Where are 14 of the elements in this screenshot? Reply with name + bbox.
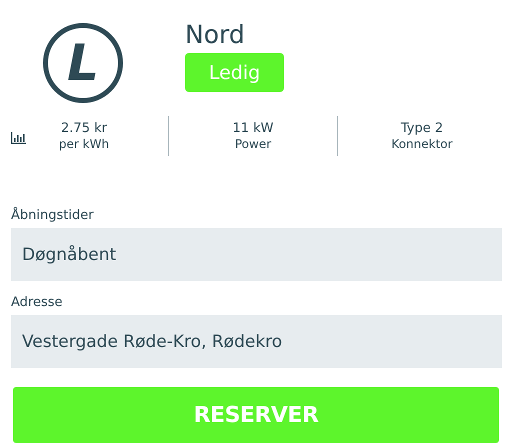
stat-value: 2.75 kr — [61, 120, 107, 137]
field-label: Åbningstider — [11, 208, 94, 224]
input-field[interactable]: Vestergade Røde-Kro, Rødekro — [11, 315, 502, 368]
stat-label: Power — [234, 137, 272, 152]
stat-value: 11 kW — [232, 120, 274, 137]
bar-chart-icon — [11, 132, 26, 144]
stat-label: per kWh — [58, 137, 110, 152]
input-field[interactable]: Døgnåbent — [11, 228, 502, 281]
field-label: Adresse — [11, 295, 63, 311]
stat-label: Konnektor — [391, 137, 453, 152]
logo: L — [43, 23, 123, 103]
stat-value: Type 2 — [400, 120, 444, 137]
station-name: Nord — [185, 21, 245, 49]
status-badge: Ledig — [185, 53, 284, 92]
